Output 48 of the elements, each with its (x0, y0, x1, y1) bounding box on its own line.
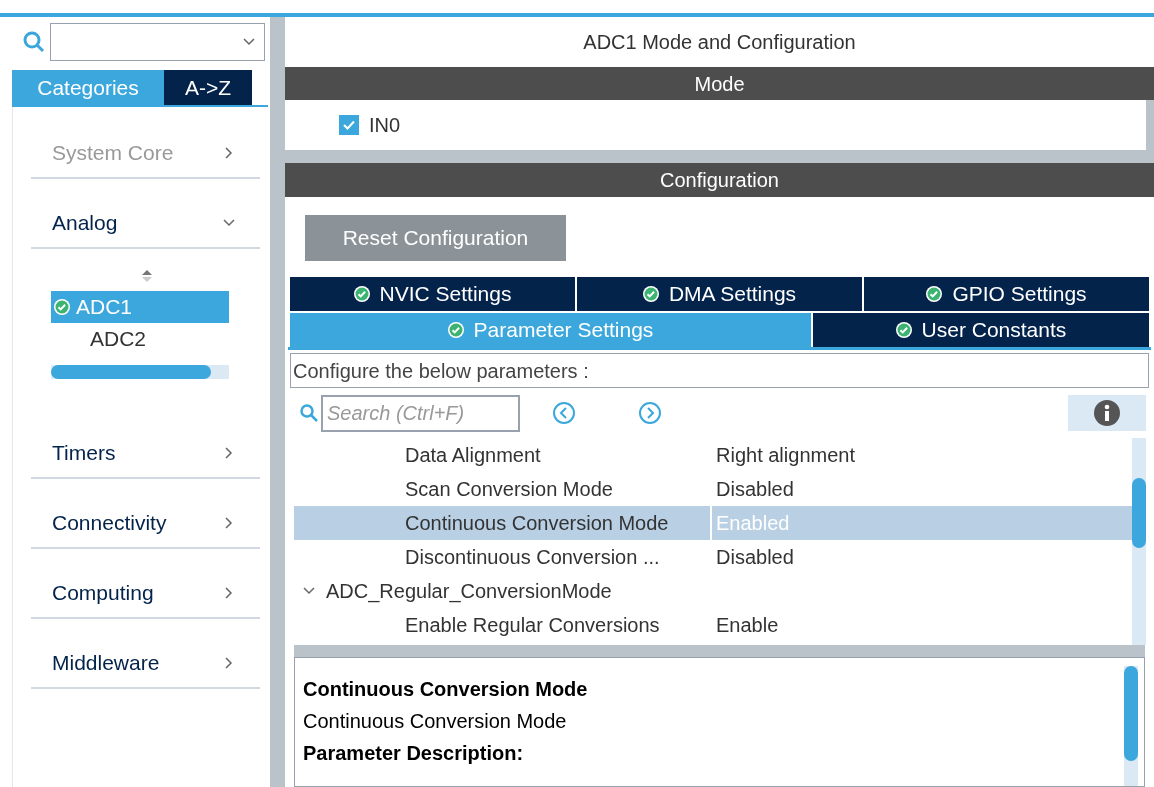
checkmark-icon (342, 118, 356, 132)
search-icon (299, 403, 319, 423)
check-icon (447, 322, 464, 338)
description-heading: Parameter Description: (303, 741, 525, 766)
description-subtitle: Continuous Conversion Mode (303, 709, 568, 734)
check-icon (54, 299, 70, 315)
group-row[interactable]: ADC_Regular_ConversionMode (294, 574, 1132, 608)
parameter-value[interactable]: Enable (712, 610, 779, 640)
checkbox[interactable] (339, 115, 359, 135)
parameter-name: Enable Regular Conversions (294, 608, 712, 642)
sidebar-tab[interactable]: A->Z (164, 70, 252, 105)
sort-icon (141, 269, 153, 283)
horizontal-scrollbar[interactable] (51, 365, 229, 379)
description-title: Continuous Conversion Mode (303, 677, 589, 702)
vertical-scrollbar[interactable] (1132, 438, 1146, 645)
parameter-name: Data Alignment (294, 438, 712, 472)
vertical-scrollbar[interactable] (1124, 666, 1138, 786)
info-icon (1094, 400, 1120, 426)
config-tab[interactable]: GPIO Settings (864, 277, 1149, 311)
check-icon (642, 286, 659, 302)
caption-text: Configure the below parameters : (290, 353, 1149, 388)
category-item[interactable]: Connectivity (31, 499, 260, 549)
check-icon (926, 286, 943, 302)
next-icon[interactable] (638, 401, 662, 425)
category-item[interactable]: Computing (31, 569, 260, 619)
info-button[interactable] (1068, 395, 1146, 431)
config-tab[interactable]: NVIC Settings (290, 277, 575, 311)
parameter-value[interactable]: Disabled (712, 542, 794, 572)
category-item[interactable]: Timers (31, 429, 260, 479)
check-icon (895, 322, 912, 338)
config-tab[interactable]: DMA Settings (577, 277, 862, 311)
previous-icon[interactable] (552, 401, 576, 425)
section-header: Mode (285, 67, 1154, 100)
parameter-value[interactable]: Disabled (712, 474, 794, 504)
peripheral-item[interactable]: ADC2 (51, 323, 229, 355)
check-icon (353, 286, 370, 302)
search-field[interactable] (50, 23, 265, 61)
panel-title: ADC1 Mode and Configuration (582, 30, 857, 55)
parameter-value[interactable]: Right alignment (712, 440, 855, 470)
channel-label: IN0 (369, 113, 401, 138)
parameter-name: Discontinuous Conversion ... (294, 540, 712, 574)
search-icon (22, 30, 46, 54)
parameter-name: Continuous Conversion Mode (294, 506, 712, 540)
config-tab[interactable]: User Constants (812, 313, 1149, 347)
search-field[interactable]: Search (Ctrl+F) (321, 394, 520, 432)
section-header: Configuration (285, 163, 1154, 197)
category-item[interactable]: Middleware (31, 639, 260, 689)
category-item[interactable]: Analog (31, 199, 260, 249)
